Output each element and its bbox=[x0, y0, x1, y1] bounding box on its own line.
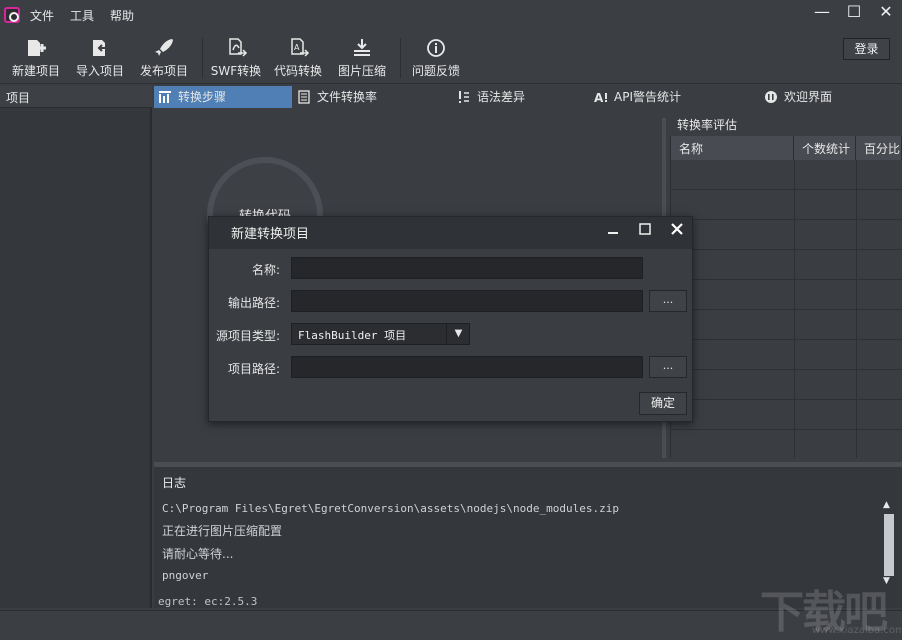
output-path-browse-button[interactable]: ... bbox=[649, 290, 687, 312]
tab-label: 语法差异 bbox=[477, 90, 526, 104]
source-type-label: 源项目类型: bbox=[215, 329, 280, 343]
scroll-thumb[interactable] bbox=[884, 514, 894, 576]
project-path-browse-button[interactable]: ... bbox=[649, 356, 687, 378]
maximize-button[interactable]: ☐ bbox=[842, 2, 866, 22]
evaluation-title: 转换率评估 bbox=[677, 118, 738, 132]
project-panel-title: 项目 bbox=[0, 86, 152, 108]
compress-icon bbox=[354, 39, 370, 56]
publish-project-button[interactable]: 发布项目 bbox=[136, 38, 192, 82]
log-line: pngover bbox=[162, 569, 209, 582]
tab-label: API警告统计 bbox=[614, 90, 681, 104]
project-panel bbox=[0, 86, 152, 608]
tab-syntax-diff[interactable]: 语法差异 bbox=[453, 86, 583, 108]
swf-convert-label: SWF转换 bbox=[210, 64, 262, 78]
table-row-divider bbox=[670, 339, 902, 340]
feedback-label: 问题反馈 bbox=[411, 64, 460, 78]
menu-file[interactable]: 文件 bbox=[30, 7, 54, 24]
confirm-button[interactable]: 确定 bbox=[639, 392, 687, 415]
name-field[interactable] bbox=[291, 257, 643, 279]
table-row-divider bbox=[670, 429, 902, 430]
login-button[interactable]: 登录 bbox=[843, 38, 890, 60]
app-logo-icon bbox=[4, 7, 20, 23]
menu-help[interactable]: 帮助 bbox=[110, 7, 134, 24]
log-line: C:\Program Files\Egret\EgretConversion\a… bbox=[162, 502, 619, 515]
menu-tools[interactable]: 工具 bbox=[70, 7, 94, 24]
project-path-field[interactable] bbox=[291, 356, 643, 378]
publish-project-label: 发布项目 bbox=[139, 64, 188, 78]
swf-convert-icon bbox=[229, 38, 248, 57]
project-path-label: 项目路径: bbox=[227, 362, 280, 376]
steps-icon bbox=[159, 91, 171, 103]
code-convert-label: 代码转换 bbox=[273, 64, 322, 78]
svg-text:A: A bbox=[594, 91, 604, 104]
code-convert-icon: A bbox=[291, 38, 310, 57]
import-project-label: 导入项目 bbox=[75, 64, 124, 78]
new-project-icon bbox=[28, 40, 46, 56]
source-type-select[interactable]: FlashBuilder 项目 bbox=[291, 323, 470, 345]
tab-conversion-steps[interactable]: 转换步骤 bbox=[154, 86, 292, 108]
welcome-icon bbox=[765, 91, 777, 103]
name-label: 名称: bbox=[251, 263, 280, 277]
maximize-icon bbox=[639, 223, 651, 235]
swf-convert-button[interactable]: SWF转换 bbox=[208, 38, 264, 82]
syntax-icon bbox=[459, 91, 469, 103]
code-convert-button[interactable]: A 代码转换 bbox=[270, 38, 326, 82]
table-row-divider bbox=[670, 189, 902, 190]
document-icon bbox=[298, 90, 310, 104]
table-row-divider bbox=[670, 399, 902, 400]
table-row-divider bbox=[670, 309, 902, 310]
import-project-icon bbox=[93, 40, 107, 56]
svg-text:A: A bbox=[294, 43, 300, 52]
table-column-divider bbox=[794, 160, 795, 458]
info-icon bbox=[427, 39, 445, 57]
output-path-field[interactable] bbox=[291, 290, 643, 312]
tab-file-conversion-rate[interactable]: 文件转换率 bbox=[293, 86, 443, 108]
table-row-divider bbox=[670, 369, 902, 370]
close-icon bbox=[671, 223, 683, 235]
close-button[interactable]: ✕ bbox=[874, 2, 898, 22]
api-warning-icon: A bbox=[594, 91, 607, 104]
tab-label: 文件转换率 bbox=[317, 90, 378, 104]
image-compress-button[interactable]: 图片压缩 bbox=[332, 38, 392, 82]
table-row-divider bbox=[670, 219, 902, 220]
tab-label: 转换步骤 bbox=[178, 90, 227, 104]
toolbar-separator bbox=[202, 38, 203, 78]
table-row-divider bbox=[670, 279, 902, 280]
dialog-minimize-button[interactable] bbox=[599, 218, 627, 240]
table-column-divider bbox=[856, 160, 857, 458]
log-line: 正在进行图片压缩配置 bbox=[162, 524, 283, 538]
status-version-text: egret: ec:2.5.3 bbox=[158, 595, 258, 608]
minimize-icon bbox=[608, 232, 618, 234]
import-project-button[interactable]: 导入项目 bbox=[72, 38, 128, 82]
new-project-label: 新建项目 bbox=[11, 64, 60, 78]
dialog-maximize-button[interactable] bbox=[631, 218, 659, 240]
dialog-title: 新建转换项目 bbox=[231, 227, 310, 242]
toolbar-separator bbox=[400, 38, 401, 78]
column-header-percent[interactable]: 百分比 bbox=[856, 136, 902, 160]
tab-welcome[interactable]: 欢迎界面 bbox=[760, 86, 890, 108]
image-compress-label: 图片压缩 bbox=[337, 64, 386, 78]
chevron-down-icon[interactable]: ▼ bbox=[446, 323, 470, 345]
tab-api-warnings[interactable]: A API警告统计 bbox=[590, 86, 755, 108]
evaluation-table bbox=[670, 136, 902, 458]
new-project-button[interactable]: 新建项目 bbox=[8, 38, 64, 82]
output-path-label: 输出路径: bbox=[227, 296, 280, 310]
minimize-button[interactable]: — bbox=[810, 2, 834, 22]
feedback-button[interactable]: 问题反馈 bbox=[408, 38, 464, 82]
rocket-icon bbox=[155, 39, 173, 56]
menu-bar bbox=[0, 0, 902, 30]
log-title: 日志 bbox=[162, 476, 187, 490]
column-header-count[interactable]: 个数统计 bbox=[794, 136, 856, 160]
log-line: 请耐心等待... bbox=[162, 547, 234, 561]
column-header-name[interactable]: 名称 bbox=[671, 136, 794, 160]
dialog-close-button[interactable] bbox=[663, 218, 691, 240]
scroll-up-arrow-icon[interactable]: ▲ bbox=[883, 500, 890, 510]
table-row-divider bbox=[670, 249, 902, 250]
watermark-url: www.xiazaiba.com bbox=[812, 625, 902, 636]
tab-label: 欢迎界面 bbox=[784, 90, 833, 104]
